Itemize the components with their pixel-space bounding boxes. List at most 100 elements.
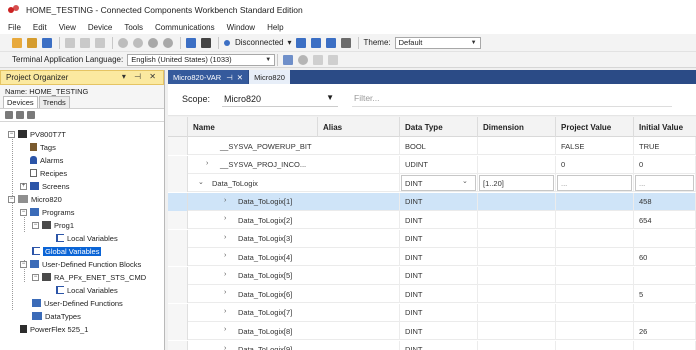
cell-dimension[interactable] [478, 322, 556, 340]
cell-name[interactable]: Data_ToLogix[4] [188, 248, 318, 266]
tree-item-programs[interactable]: − Programs [20, 206, 75, 218]
cell-alias[interactable] [318, 340, 400, 350]
menu-view[interactable]: View [59, 23, 76, 32]
cell-data-type[interactable]: DINT [400, 174, 478, 192]
menu-tools[interactable]: Tools [124, 23, 143, 32]
tree-item-recipes[interactable]: Recipes [30, 167, 67, 179]
tree-item-alarms[interactable]: Alarms [30, 154, 63, 166]
copy-icon[interactable] [80, 37, 90, 48]
open-project-icon[interactable] [27, 37, 37, 48]
cell-alias[interactable] [318, 285, 400, 303]
cell-alias[interactable] [318, 229, 400, 248]
filter-input[interactable]: Filter... [352, 93, 672, 107]
row-gutter[interactable] [168, 137, 188, 155]
cell-data-type[interactable]: DINT [400, 285, 478, 303]
save-icon[interactable] [42, 37, 52, 48]
tab-devices[interactable]: Devices [3, 96, 38, 108]
table-row[interactable]: › Data_ToLogix[6] DINT 5 [168, 285, 696, 303]
cell-dimension[interactable]: [1..20] [478, 174, 556, 192]
row-gutter[interactable] [168, 229, 188, 248]
redo-icon[interactable] [133, 37, 143, 48]
cell-dimension[interactable] [478, 248, 556, 266]
cell-project-value[interactable]: ... [556, 174, 634, 192]
cell-dimension[interactable] [478, 192, 556, 211]
cell-name[interactable]: Data_ToLogix[1] [188, 193, 318, 211]
cell-data-type[interactable]: DINT [400, 229, 478, 248]
cell-dimension[interactable] [478, 155, 556, 174]
column-header-alias[interactable]: Alias [318, 117, 400, 137]
row-gutter[interactable] [168, 322, 188, 340]
cell-data-type[interactable]: BOOL [400, 137, 478, 155]
close-icon[interactable]: ✕ [237, 73, 243, 82]
cell-data-type[interactable]: DINT [400, 266, 478, 285]
cell-name[interactable]: __SYSVA_PROJ_INCO... [188, 156, 318, 174]
new-project-icon[interactable] [12, 37, 22, 48]
column-header-project-value[interactable]: Project Value [556, 117, 634, 137]
cell-data-type[interactable]: UDINT [400, 155, 478, 174]
menu-file[interactable]: File [8, 23, 21, 32]
column-header-name[interactable]: Name [188, 117, 318, 137]
cell-name[interactable]: Data_ToLogix[9] [188, 341, 318, 350]
cut-icon[interactable] [65, 37, 75, 48]
terminal-settings-icon[interactable] [283, 54, 294, 65]
download-icon[interactable] [295, 37, 306, 48]
cell-data-type[interactable]: DINT [400, 192, 478, 211]
table-row[interactable]: › Data_ToLogix[1] DINT 458 [168, 192, 696, 211]
settings-gear-icon[interactable] [148, 37, 158, 48]
cell-alias[interactable] [318, 137, 400, 155]
row-gutter[interactable] [168, 248, 188, 266]
cell-data-type[interactable]: DINT [400, 248, 478, 266]
undo-icon[interactable] [118, 37, 128, 48]
scope-select[interactable]: Micro820 ▼ [222, 91, 338, 107]
cell-name[interactable]: Data_ToLogix[7] [188, 304, 318, 322]
tree-item-prog1[interactable]: − Prog1 [32, 219, 74, 231]
cell-alias[interactable] [318, 322, 400, 340]
cell-initial-value[interactable]: 458 [634, 192, 696, 211]
cell-initial-value[interactable] [634, 340, 696, 350]
cell-project-value[interactable] [556, 340, 634, 350]
cell-initial-value[interactable]: 60 [634, 248, 696, 266]
cell-project-value[interactable] [556, 192, 634, 211]
table-row[interactable]: › __SYSVA_PROJ_INCO... UDINT 0 0 [168, 155, 696, 174]
cell-name[interactable]: __SYSVA_POWERUP_BIT [188, 137, 318, 155]
tab-trends[interactable]: Trends [38, 96, 70, 108]
table-row[interactable]: › Data_ToLogix[7] DINT [168, 303, 696, 322]
compare-icon[interactable] [325, 37, 336, 48]
tree-item-datatypes[interactable]: DataTypes [32, 310, 81, 322]
collapse-icon[interactable]: − [32, 221, 39, 229]
language-select[interactable]: English (United States) (1033) ▼ [127, 53, 276, 66]
cell-alias[interactable] [318, 248, 400, 266]
tree-item-fb-local-variables[interactable]: Local Variables [56, 284, 118, 296]
tree-item-micro820[interactable]: − Micro820 [8, 193, 62, 205]
cell-name[interactable]: Data_ToLogix[2] [188, 211, 318, 229]
table-row[interactable]: ⌄ Data_ToLogix ⌄ DINT [1..20]...... [168, 174, 696, 192]
cell-initial-value[interactable]: 5 [634, 285, 696, 303]
column-header-data-type[interactable]: Data Type [400, 117, 478, 137]
print-icon[interactable] [201, 37, 211, 48]
validate-icon[interactable] [328, 54, 339, 65]
table-row[interactable]: › Data_ToLogix[5] DINT [168, 266, 696, 285]
row-gutter[interactable] [168, 303, 188, 322]
tree-item-tags[interactable]: Tags [30, 141, 56, 153]
tree-item-powerflex-525-1[interactable]: PowerFlex 525_1 [20, 323, 88, 335]
cell-project-value[interactable] [556, 248, 634, 266]
cell-data-type[interactable]: DINT [400, 340, 478, 350]
cell-name[interactable]: Data_ToLogix[5] [188, 267, 318, 285]
collapse-icon[interactable]: − [20, 208, 27, 216]
cell-dimension[interactable] [478, 340, 556, 350]
cell-initial-value[interactable] [634, 266, 696, 285]
table-row[interactable]: › Data_ToLogix[8] DINT 26 [168, 322, 696, 340]
cell-initial-value[interactable]: 654 [634, 211, 696, 229]
build-icon[interactable] [186, 37, 196, 48]
cell-data-type[interactable]: DINT [400, 322, 478, 340]
tree-item-global-variables[interactable]: Global Variables [32, 245, 102, 257]
cell-alias[interactable] [318, 192, 400, 211]
collapse-all-icon[interactable] [5, 111, 13, 119]
panel-controls[interactable]: ▾ ⊣ ✕ [122, 72, 159, 81]
tree-item-user-defined-functions[interactable]: User-Defined Functions [32, 297, 123, 309]
pin-icon[interactable]: ⊣ [226, 73, 233, 82]
cell-dimension[interactable] [478, 303, 556, 322]
tree-item-user-defined-function-blocks[interactable]: − User-Defined Function Blocks [20, 258, 141, 270]
collapse-icon[interactable]: − [8, 195, 15, 203]
cell-alias[interactable] [318, 174, 400, 192]
